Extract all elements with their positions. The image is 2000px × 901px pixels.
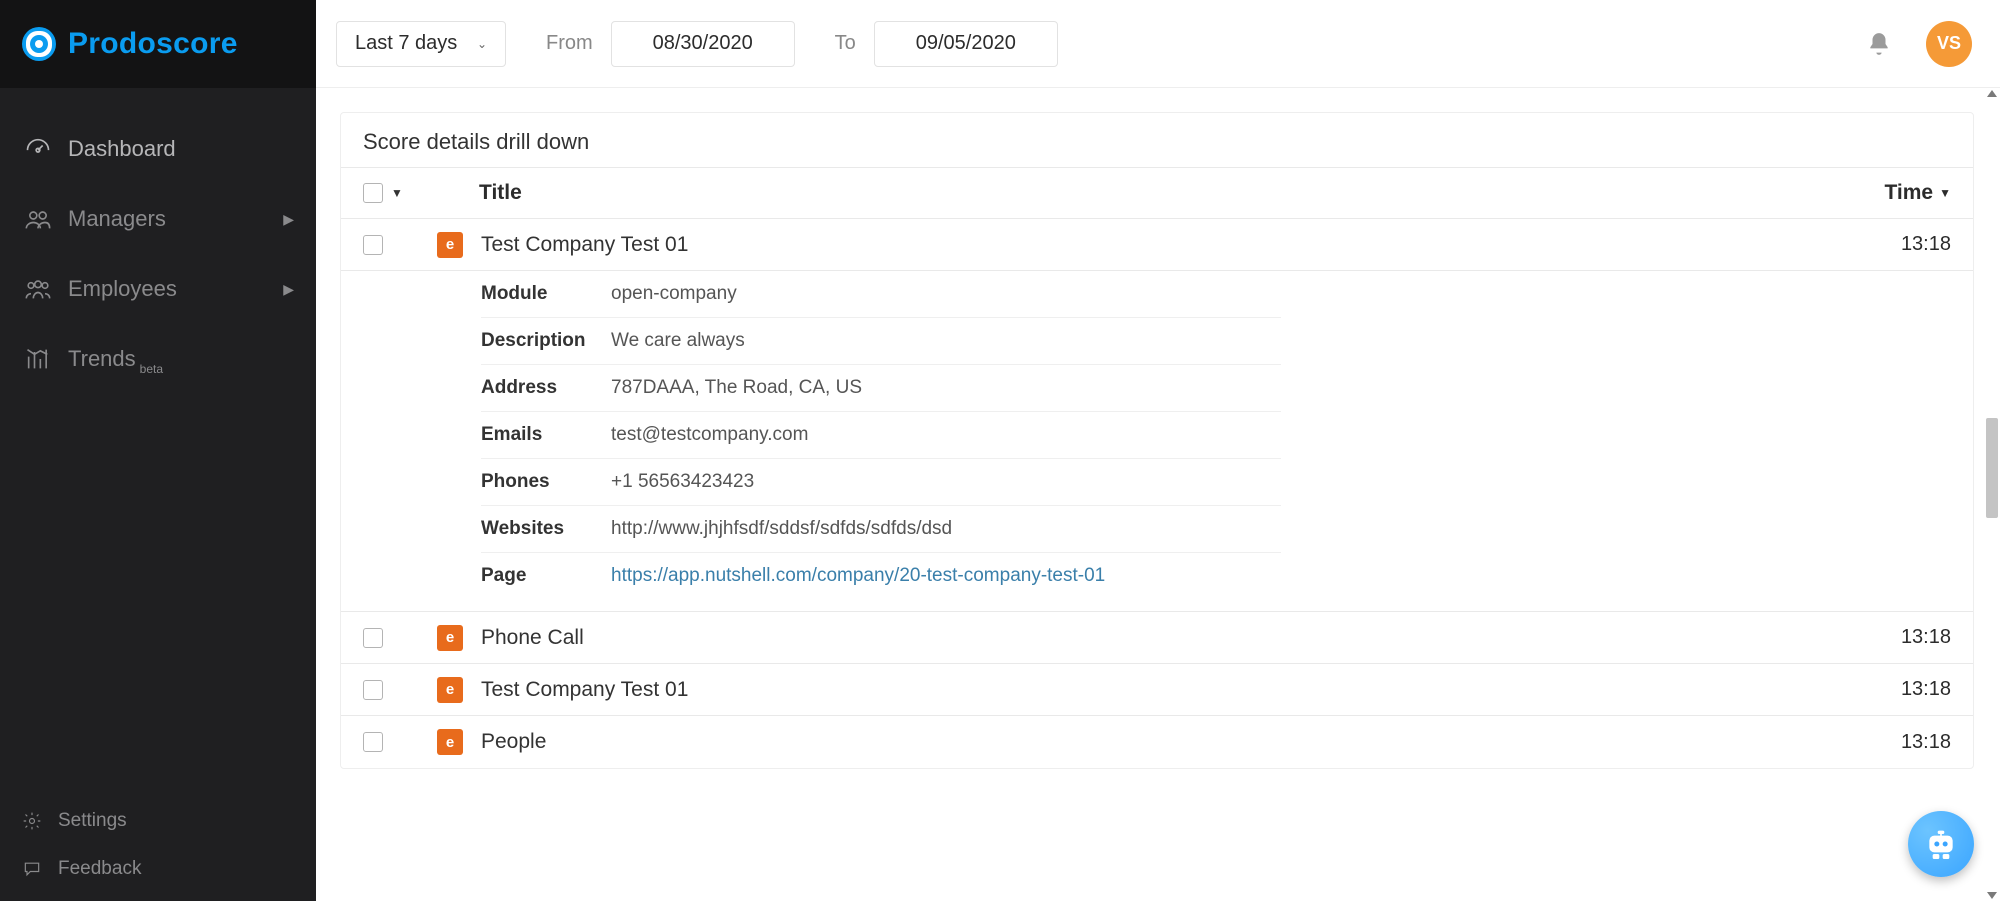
gear-icon: [16, 809, 48, 833]
sort-desc-icon: ▼: [1939, 186, 1951, 200]
detail-row: Phones+1 56563423423: [481, 459, 1281, 506]
row-checkbox[interactable]: [363, 235, 383, 255]
scrollbar[interactable]: [1984, 88, 2000, 901]
sidebar-footer: Settings Feedback: [0, 797, 316, 901]
sidebar-item-label: Settings: [58, 810, 127, 832]
primary-nav: Dashboard Managers ▶ Employees ▶ Trends …: [0, 88, 316, 797]
notifications-icon[interactable]: [1866, 31, 1892, 57]
brand-name: Prodoscore: [68, 27, 238, 61]
to-date-input[interactable]: 09/05/2020: [874, 21, 1058, 67]
user-avatar[interactable]: VS: [1926, 21, 1972, 67]
chat-widget[interactable]: [1908, 811, 1974, 877]
from-date-group: From 08/30/2020: [546, 21, 795, 67]
source-icon: e: [437, 729, 463, 755]
score-details-panel: Score details drill down ▼ Title Time ▼ …: [340, 112, 1974, 769]
date-range-value: Last 7 days: [355, 32, 457, 55]
select-all-checkbox[interactable]: [363, 183, 383, 203]
row-title: Phone Call: [481, 626, 584, 650]
sidebar-item-feedback[interactable]: Feedback: [0, 845, 316, 893]
page-link[interactable]: https://app.nutshell.com/company/20-test…: [611, 565, 1105, 587]
row-time: 13:18: [1841, 233, 1951, 256]
sidebar-item-label: Managers: [68, 206, 166, 232]
source-icon: e: [437, 625, 463, 651]
sidebar-item-dashboard[interactable]: Dashboard: [0, 114, 316, 184]
sidebar-item-trends[interactable]: Trends beta: [0, 324, 316, 394]
feedback-icon: [16, 857, 48, 881]
to-label: To: [835, 32, 856, 55]
sidebar-item-label: Dashboard: [68, 136, 176, 162]
row-title: Test Company Test 01: [481, 233, 688, 257]
table-row[interactable]: e People 13:18: [341, 716, 1973, 768]
row-time: 13:18: [1841, 731, 1951, 754]
from-date-input[interactable]: 08/30/2020: [611, 21, 795, 67]
row-title: Test Company Test 01: [481, 678, 688, 702]
brand-mark-icon: [22, 27, 56, 61]
chevron-right-icon: ▶: [283, 281, 294, 298]
detail-row: Emailstest@testcompany.com: [481, 412, 1281, 459]
topbar: Last 7 days ⌄ From 08/30/2020 To 09/05/2…: [316, 0, 2000, 88]
content-area: Score details drill down ▼ Title Time ▼ …: [316, 88, 2000, 901]
sidebar-item-settings[interactable]: Settings: [0, 797, 316, 845]
row-checkbox[interactable]: [363, 680, 383, 700]
date-range-select[interactable]: Last 7 days ⌄: [336, 21, 506, 67]
sidebar-item-label: Employees: [68, 276, 177, 302]
main: Last 7 days ⌄ From 08/30/2020 To 09/05/2…: [316, 0, 2000, 901]
column-time[interactable]: Time ▼: [1841, 181, 1951, 205]
chatbot-icon: [1921, 824, 1961, 864]
row-detail-panel: Moduleopen-company DescriptionWe care al…: [341, 271, 1973, 612]
detail-row: DescriptionWe care always: [481, 318, 1281, 365]
table-row[interactable]: e Test Company Test 01 13:18: [341, 219, 1973, 271]
scrollbar-thumb[interactable]: [1986, 418, 1998, 518]
detail-row: Moduleopen-company: [481, 271, 1281, 318]
team-icon: [22, 273, 54, 305]
panel-title: Score details drill down: [341, 113, 1973, 167]
beta-badge: beta: [140, 362, 163, 376]
sidebar-item-managers[interactable]: Managers ▶: [0, 184, 316, 254]
topbar-right: VS: [1866, 21, 1972, 67]
trends-icon: [22, 343, 54, 375]
source-icon: e: [437, 677, 463, 703]
sidebar-item-label: Feedback: [58, 858, 141, 880]
source-icon: e: [437, 232, 463, 258]
chevron-right-icon: ▶: [283, 211, 294, 228]
brand-logo[interactable]: Prodoscore: [0, 0, 316, 88]
sidebar-item-employees[interactable]: Employees ▶: [0, 254, 316, 324]
sidebar-item-label: Trends: [68, 346, 136, 372]
detail-row: Websiteshttp://www.jhjhfsdf/sddsf/sdfds/…: [481, 506, 1281, 553]
table-row[interactable]: e Test Company Test 01 13:18: [341, 664, 1973, 716]
users-icon: [22, 203, 54, 235]
row-title: People: [481, 730, 546, 754]
detail-row: Address787DAAA, The Road, CA, US: [481, 365, 1281, 412]
column-title[interactable]: Title: [423, 181, 1841, 205]
row-time: 13:18: [1841, 626, 1951, 649]
select-all-dropdown[interactable]: ▼: [391, 186, 403, 200]
row-checkbox[interactable]: [363, 732, 383, 752]
sidebar: Prodoscore Dashboard Managers ▶ Employee…: [0, 0, 316, 901]
table-header: ▼ Title Time ▼: [341, 167, 1973, 219]
table-row[interactable]: e Phone Call 13:18: [341, 612, 1973, 664]
row-checkbox[interactable]: [363, 628, 383, 648]
gauge-icon: [22, 133, 54, 165]
row-time: 13:18: [1841, 678, 1951, 701]
chevron-down-icon: ⌄: [477, 37, 487, 51]
to-date-group: To 09/05/2020: [835, 21, 1058, 67]
detail-row: Pagehttps://app.nutshell.com/company/20-…: [481, 553, 1281, 599]
from-label: From: [546, 32, 593, 55]
